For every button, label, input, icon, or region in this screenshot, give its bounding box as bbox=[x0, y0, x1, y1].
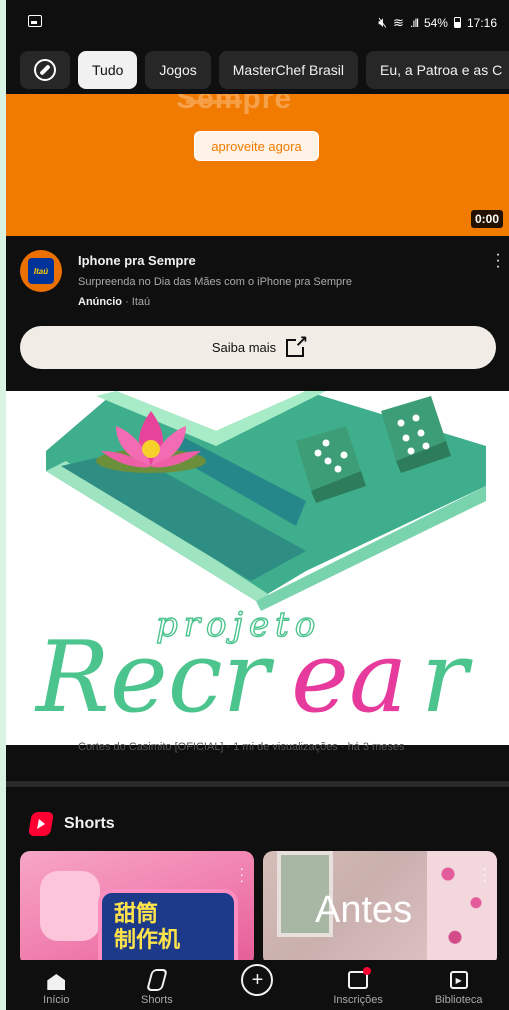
nav-label: Início bbox=[43, 994, 70, 1006]
nav-label: Shorts bbox=[140, 994, 173, 1006]
nav-inicio[interactable]: Início bbox=[6, 960, 107, 1010]
mute-icon: 🔇︎ bbox=[378, 14, 388, 30]
signal-icon: .ıll bbox=[409, 15, 419, 30]
clock: 17:16 bbox=[466, 15, 497, 30]
ad-advertiser: Itaú bbox=[131, 296, 151, 308]
more-options-icon[interactable]: · · · bbox=[239, 861, 244, 887]
nav-shorts[interactable]: Shorts bbox=[107, 960, 208, 1010]
notification-dot bbox=[363, 967, 372, 975]
video-duration: 0:00 bbox=[470, 210, 503, 228]
more-options-icon[interactable]: · · · bbox=[482, 861, 487, 887]
nav-label: Biblioteca bbox=[434, 994, 483, 1006]
chip-eu-a-patroa[interactable]: Eu, a Patroa e as C bbox=[366, 51, 509, 89]
ad-video-player[interactable]: Sempre aproveite agora 0:00 bbox=[6, 94, 509, 236]
short-card[interactable]: 甜筒 制作机 · · · bbox=[20, 851, 254, 966]
filter-chips-bar: Tudo Jogos MasterChef Brasil Eu, a Patro… bbox=[6, 46, 509, 94]
nav-icon-wrap bbox=[145, 968, 168, 992]
gallery-notification-icon bbox=[28, 15, 42, 27]
ad-meta: Anúncio · Itaú bbox=[78, 296, 150, 308]
wifi-icon: ≋ bbox=[393, 14, 404, 30]
r-text: r bbox=[421, 621, 473, 735]
ad-title[interactable]: Iphone pra Sempre bbox=[78, 253, 196, 268]
saiba-mais-label: Saiba mais bbox=[211, 340, 277, 355]
short-card[interactable]: Antes · · · bbox=[263, 851, 497, 966]
chip-masterchef-brasil[interactable]: MasterChef Brasil bbox=[218, 51, 359, 89]
chip-jogos[interactable]: Jogos bbox=[145, 51, 211, 89]
more-options-icon[interactable]: · · · bbox=[493, 247, 503, 275]
nav-icon-wrap bbox=[47, 968, 66, 992]
phone-screen: 🔇︎ ≋ .ıll 54% 17:16 Tudo Jogos MasterChe… bbox=[6, 0, 509, 1010]
nav-create[interactable]: + bbox=[207, 960, 308, 1010]
explore-button[interactable] bbox=[20, 51, 70, 89]
nav-icon-wrap bbox=[348, 967, 372, 992]
video-meta: Cortes do Casimito [OFICIAL] · 1 mi de v… bbox=[78, 741, 405, 753]
projeto-recrear-image: projeto Recr ea r bbox=[6, 391, 509, 745]
chip-tudo[interactable]: Tudo bbox=[78, 51, 138, 89]
short-thumbnail-text: Antes bbox=[315, 889, 413, 931]
nav-label: Inscrições bbox=[333, 994, 383, 1006]
nav-icon-wrap: ▶ bbox=[449, 968, 468, 992]
nav-biblioteca[interactable]: ▶ Biblioteca bbox=[408, 960, 509, 1010]
shorts-header: Shorts bbox=[27, 812, 115, 836]
meta-separator: · bbox=[125, 296, 129, 308]
short-thumbnail-text: 甜筒 制作机 bbox=[114, 901, 181, 952]
itau-logo-icon: Itaú bbox=[28, 258, 54, 284]
battery-percent: 54% bbox=[423, 15, 448, 30]
obscured-video-row[interactable]: Cortes do Casimito [OFICIAL] · 1 mi de v… bbox=[6, 741, 509, 781]
short-thumbnail-shape bbox=[40, 871, 100, 941]
shorts-icon bbox=[145, 969, 168, 991]
ad-faded-text: Sempre bbox=[176, 94, 293, 115]
ad-label: Anúncio bbox=[78, 296, 122, 308]
status-bar: 🔇︎ ≋ .ıll 54% 17:16 bbox=[6, 0, 509, 46]
create-plus-icon: + bbox=[241, 964, 274, 996]
bottom-navigation: Início Shorts + Inscrições ▶ Biblioteca bbox=[6, 960, 509, 1010]
ad-info-panel: Itaú Iphone pra Sempre Surpreenda no Dia… bbox=[6, 236, 509, 391]
battery-icon bbox=[453, 17, 461, 28]
shorts-logo-icon bbox=[27, 812, 55, 836]
compass-icon bbox=[34, 59, 56, 81]
recrear-illustration: projeto Recr ea r bbox=[34, 391, 486, 735]
advertiser-avatar[interactable]: Itaú bbox=[20, 250, 62, 292]
subscriptions-icon bbox=[348, 967, 372, 989]
ad-video-cta[interactable]: aproveite agora bbox=[194, 131, 319, 161]
ad-description: Surpreenda no Dia das Mães com o iPhone … bbox=[78, 276, 352, 288]
home-icon bbox=[47, 974, 66, 990]
saiba-mais-button[interactable]: Saiba mais bbox=[20, 326, 496, 369]
library-icon: ▶ bbox=[449, 971, 468, 989]
nav-inscricoes[interactable]: Inscrições bbox=[308, 960, 409, 1010]
external-link-icon bbox=[286, 332, 308, 357]
ea-text: ea bbox=[291, 621, 407, 735]
recr-text: Recr bbox=[34, 621, 275, 735]
status-icons: 🔇︎ ≋ .ıll 54% 17:16 bbox=[378, 14, 497, 31]
section-divider bbox=[6, 781, 509, 787]
shorts-title: Shorts bbox=[64, 815, 115, 832]
